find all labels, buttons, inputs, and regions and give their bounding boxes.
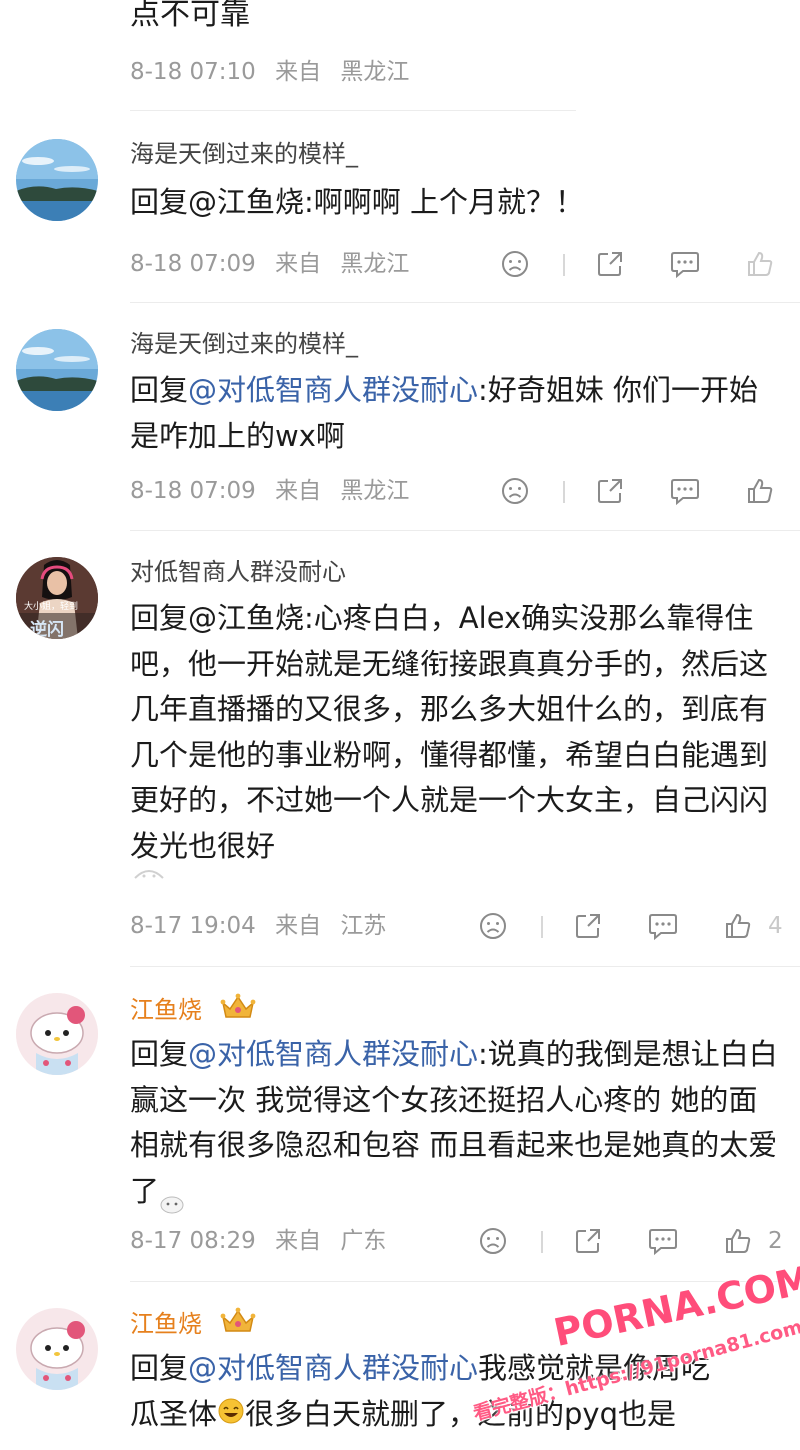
username[interactable]: 对低智商人群没耐心 xyxy=(130,556,346,588)
share-icon xyxy=(576,914,600,938)
comment-button[interactable] xyxy=(646,910,680,942)
share-button[interactable] xyxy=(593,248,627,280)
like-button[interactable] xyxy=(721,910,755,942)
comment-button[interactable] xyxy=(668,475,702,507)
like-icon xyxy=(726,1228,751,1253)
comment-icon xyxy=(671,252,699,279)
like-button[interactable] xyxy=(743,475,777,507)
reply-prefix: 回复 xyxy=(130,373,189,407)
dislike-button[interactable] xyxy=(476,1225,510,1257)
like-button[interactable] xyxy=(721,1225,755,1257)
previous-comment-fragment: 点不可靠 8-18 07:10 来自 黑龙江 xyxy=(0,0,800,111)
comment-actions: 4 xyxy=(0,910,800,942)
avatar[interactable]: 大小姐，轻到 逆闪 xyxy=(16,557,98,639)
comment-location: 黑龙江 xyxy=(340,59,410,85)
username-text: 江鱼烧 xyxy=(130,1310,202,1338)
like-icon xyxy=(748,478,773,503)
reply-prefix: 回复 xyxy=(130,601,189,635)
share-button[interactable] xyxy=(571,910,605,942)
comment-body: 回复@江鱼烧:心疼白白，Alex确实没那么靠得住吧，他一开始就是无缝衔接跟真真分… xyxy=(130,596,785,869)
like-count: 4 xyxy=(768,913,783,939)
like-icon xyxy=(726,913,751,938)
dislike-icon xyxy=(502,251,528,277)
dislike-button[interactable] xyxy=(498,475,532,507)
share-icon xyxy=(576,1229,600,1253)
reply-prefix: 回复 xyxy=(130,185,189,219)
divider xyxy=(130,1281,800,1282)
emoji xyxy=(132,862,166,884)
comment-text: :啊啊啊 上个月就？！ xyxy=(304,185,585,219)
comment-text: 很多白天就删了，之前的pyq也是 xyxy=(245,1396,676,1431)
username[interactable]: 江鱼烧 xyxy=(130,1307,256,1343)
comment-body: 回复@江鱼烧:啊啊啊 上个月就？！ xyxy=(130,180,785,226)
share-icon xyxy=(598,252,622,276)
mention-link[interactable]: @对低智商人群没耐心 xyxy=(188,373,478,407)
comment-text: 点不可靠 xyxy=(130,0,250,32)
username[interactable]: 海是天倒过来的模样_ xyxy=(130,138,358,170)
comment-body: 回复@对低智商人群没耐心我感觉就是像周吃 瓜圣体 很多白天就删了，之前的pyq也是 xyxy=(130,1346,785,1438)
comment-body: 回复@对低智商人群没耐心:好奇姐妹 你们一开始是咋加上的wx啊 xyxy=(130,368,785,459)
share-button[interactable] xyxy=(571,1225,605,1257)
username-text: 江鱼烧 xyxy=(130,996,202,1024)
mention-link[interactable]: @江鱼烧 xyxy=(188,601,304,635)
like-button[interactable] xyxy=(743,248,777,280)
comment-icon xyxy=(649,914,677,941)
mention-link[interactable]: @江鱼烧 xyxy=(188,185,304,219)
avatar[interactable] xyxy=(16,329,98,411)
mention-link[interactable]: @对低智商人群没耐心 xyxy=(188,1037,478,1071)
divider xyxy=(563,254,565,276)
reply-prefix: 回复 xyxy=(130,1351,189,1385)
dislike-icon xyxy=(480,1228,506,1254)
comment-icon xyxy=(671,479,699,506)
avatar[interactable] xyxy=(16,1308,98,1390)
comment-from: 来自 xyxy=(275,59,322,85)
comment-button[interactable] xyxy=(668,248,702,280)
comment-actions xyxy=(0,248,800,280)
crown-badge-icon xyxy=(220,1307,256,1343)
comment-text: 我感觉就是像周吃 xyxy=(478,1351,711,1385)
share-icon xyxy=(598,479,622,503)
dislike-icon xyxy=(480,913,506,939)
username[interactable]: 海是天倒过来的模样_ xyxy=(130,328,358,360)
avatar[interactable] xyxy=(16,139,98,221)
dislike-button[interactable] xyxy=(476,910,510,942)
comment-actions: 2 xyxy=(0,1225,800,1257)
divider xyxy=(541,916,543,938)
share-button[interactable] xyxy=(593,475,627,507)
comment-text: :心疼白白，Alex确实没那么靠得住吧，他一开始就是无缝衔接跟真真分手的，然后这… xyxy=(130,601,769,863)
comment-button[interactable] xyxy=(646,1225,680,1257)
like-icon xyxy=(748,251,773,276)
divider xyxy=(130,966,800,967)
comment-body: 回复@对低智商人群没耐心:说真的我倒是想让白白赢这一次 我觉得这个女孩还挺招人心… xyxy=(130,1032,785,1214)
divider xyxy=(130,302,800,303)
comment-time: 8-18 07:10 xyxy=(130,59,256,85)
username[interactable]: 江鱼烧 xyxy=(130,993,256,1029)
watermark-brand: PORNA.COM xyxy=(550,1257,800,1356)
mention-link[interactable]: @对低智商人群没耐心 xyxy=(188,1351,478,1385)
divider xyxy=(541,1231,543,1253)
reply-prefix: 回复 xyxy=(130,1037,189,1071)
dislike-button[interactable] xyxy=(498,248,532,280)
like-count: 2 xyxy=(768,1228,783,1254)
avatar-caption: 大小姐，轻到 xyxy=(24,602,79,612)
emoji xyxy=(159,1182,185,1213)
dislike-icon xyxy=(502,478,528,504)
divider xyxy=(130,530,800,531)
comment-meta: 8-18 07:10 来自 黑龙江 xyxy=(130,56,421,88)
comment-actions xyxy=(0,475,800,507)
divider xyxy=(130,110,576,111)
avatar[interactable] xyxy=(16,993,98,1075)
comment-text: 瓜圣体 xyxy=(130,1396,218,1431)
avatar-caption: 逆闪 xyxy=(30,620,64,639)
laugh-emoji xyxy=(217,1393,245,1439)
comment-icon xyxy=(649,1229,677,1256)
crown-badge-icon xyxy=(220,993,256,1029)
divider xyxy=(563,481,565,503)
